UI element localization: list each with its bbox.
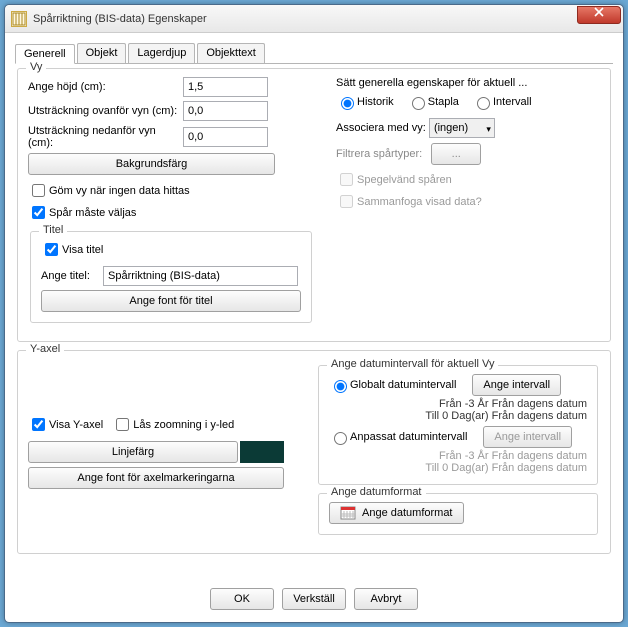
dialog-window: Spårriktning (BIS-data) Egenskaper Gener… bbox=[4, 4, 624, 623]
show-title-checkbox[interactable]: Visa titel bbox=[41, 240, 103, 259]
mirror-checkbox: Spegelvänd spåren bbox=[336, 170, 452, 189]
ext-below-input[interactable] bbox=[183, 127, 268, 147]
date-format-legend: Ange datumformat bbox=[327, 486, 426, 498]
custom-date-radio[interactable]: Anpassat datumintervall bbox=[329, 429, 467, 445]
set-interval-button-1[interactable]: Ange intervall bbox=[472, 374, 561, 396]
date-format-fieldset: Ange datumformat Ange datumformat bbox=[318, 493, 598, 535]
ext-above-label: Utsträckning ovanför vyn (cm): bbox=[28, 105, 183, 117]
history-radio[interactable]: Historik bbox=[336, 94, 394, 110]
titel-legend: Titel bbox=[39, 224, 67, 236]
line-color-swatch bbox=[240, 441, 284, 463]
interval-radio[interactable]: Intervall bbox=[472, 94, 532, 110]
tab-objekttext[interactable]: Objekttext bbox=[197, 43, 265, 63]
close-icon bbox=[594, 7, 604, 17]
app-icon bbox=[11, 11, 27, 27]
height-label: Ange höjd (cm): bbox=[28, 81, 183, 93]
titel-fieldset: Titel Visa titel Ange titel: Ange font f… bbox=[30, 231, 312, 323]
ok-button[interactable]: OK bbox=[210, 588, 274, 610]
global-date-radio[interactable]: Globalt datumintervall bbox=[329, 377, 456, 393]
custom-to-text: Till 0 Dag(ar) Från dagens datum bbox=[329, 462, 587, 474]
yaxel-fieldset: Y-axel Visa Y-axel Lås zoomning i y-led … bbox=[17, 350, 611, 554]
track-must-select-label: Spår måste väljas bbox=[49, 207, 136, 219]
window-title: Spårriktning (BIS-data) Egenskaper bbox=[33, 13, 207, 25]
line-color-button[interactable]: Linjefärg bbox=[28, 441, 238, 463]
axis-font-button[interactable]: Ange font för axelmarkeringarna bbox=[28, 467, 284, 489]
dialog-button-row: OK Verkställ Avbryt bbox=[15, 580, 613, 616]
close-button[interactable] bbox=[577, 6, 621, 24]
title-field-label: Ange titel: bbox=[41, 270, 103, 282]
height-input[interactable] bbox=[183, 77, 268, 97]
date-format-button[interactable]: Ange datumformat bbox=[329, 502, 464, 524]
tab-lagerdjup[interactable]: Lagerdjup bbox=[128, 43, 195, 63]
ext-below-label: Utsträckning nedanför vyn (cm): bbox=[28, 125, 183, 149]
calendar-icon bbox=[340, 505, 356, 521]
filter-button[interactable]: ... bbox=[431, 143, 481, 165]
tab-strip: Generell Objekt Lagerdjup Objekttext bbox=[15, 43, 613, 64]
stack-radio[interactable]: Stapla bbox=[407, 94, 459, 110]
background-color-button[interactable]: Bakgrundsfärg bbox=[28, 153, 275, 175]
cancel-button[interactable]: Avbryt bbox=[354, 588, 418, 610]
hide-when-no-data-checkbox[interactable]: Göm vy när ingen data hittas bbox=[28, 181, 190, 200]
ext-above-input[interactable] bbox=[183, 101, 268, 121]
vy-fieldset: Vy Ange höjd (cm): Utsträckning ovanför … bbox=[17, 68, 611, 342]
title-font-button[interactable]: Ange font för titel bbox=[41, 290, 301, 312]
titlebar: Spårriktning (BIS-data) Egenskaper bbox=[5, 5, 623, 33]
apply-button[interactable]: Verkställ bbox=[282, 588, 346, 610]
assoc-select[interactable]: (ingen) bbox=[429, 118, 495, 138]
date-interval-legend: Ange datumintervall för aktuell Vy bbox=[327, 358, 498, 370]
lock-zoom-checkbox[interactable]: Lås zoomning i y-led bbox=[112, 415, 234, 434]
yaxel-legend: Y-axel bbox=[26, 343, 64, 355]
tab-panel: Vy Ange höjd (cm): Utsträckning ovanför … bbox=[15, 68, 613, 580]
title-input[interactable] bbox=[103, 266, 298, 286]
track-must-select-checkbox[interactable]: Spår måste väljas bbox=[28, 203, 136, 222]
vy-legend: Vy bbox=[26, 61, 46, 73]
global-to-text: Till 0 Dag(ar) Från dagens datum bbox=[329, 410, 587, 422]
custom-from-text: Från -3 År Från dagens datum bbox=[329, 450, 587, 462]
dialog-body: Generell Objekt Lagerdjup Objekttext Vy … bbox=[5, 33, 623, 622]
set-general-label: Sätt generella egenskaper för aktuell ..… bbox=[336, 77, 600, 89]
tab-objekt[interactable]: Objekt bbox=[77, 43, 127, 63]
merge-checkbox: Sammanfoga visad data? bbox=[336, 192, 482, 211]
show-yaxis-checkbox[interactable]: Visa Y-axel bbox=[28, 415, 103, 434]
global-from-text: Från -3 År Från dagens datum bbox=[329, 398, 587, 410]
date-interval-fieldset: Ange datumintervall för aktuell Vy Globa… bbox=[318, 365, 598, 485]
assoc-label: Associera med vy: bbox=[336, 122, 426, 134]
set-interval-button-2: Ange intervall bbox=[483, 426, 572, 448]
hide-when-no-data-label: Göm vy när ingen data hittas bbox=[49, 185, 190, 197]
filter-label: Filtrera spårtyper: bbox=[336, 148, 422, 160]
